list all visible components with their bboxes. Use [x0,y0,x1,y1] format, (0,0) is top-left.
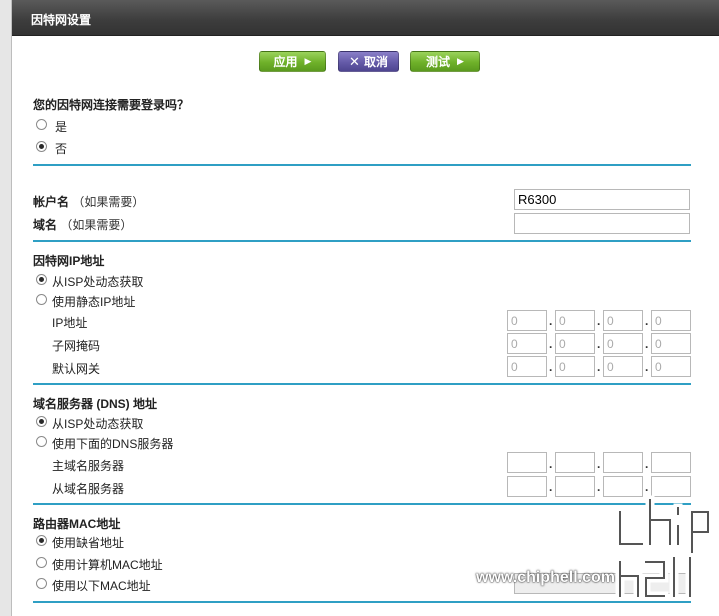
primary-dns-label: 主域名服务器 [52,459,125,473]
page-title: 因特网设置 [31,13,92,27]
login-yes-radio[interactable] [36,119,47,130]
login-yes-label: 是 [55,120,68,134]
gateway-octet-2[interactable] [555,356,595,377]
ip-static-radio[interactable] [36,294,47,305]
close-icon: ✕ [349,53,360,69]
octet-separator: . [549,480,553,494]
octet-separator: . [597,457,601,471]
account-name-label: 帐户名 （如果需要） [33,195,145,209]
section-divider [33,601,691,603]
dns-manual-radio[interactable] [36,436,47,447]
octet-separator: . [549,457,553,471]
section-divider [33,164,691,166]
apply-label: 应用 [273,55,298,69]
octet-separator: . [597,360,601,374]
ip-address-octet-3[interactable] [603,310,643,331]
octet-separator: . [645,360,649,374]
octet-separator: . [645,457,649,471]
ip-dynamic-label: 从ISP处动态获取 [52,275,144,289]
gateway-octet-4[interactable] [651,356,691,377]
login-no-radio[interactable] [36,141,47,152]
mac-custom-radio[interactable] [36,578,47,589]
octet-separator: . [645,337,649,351]
domain-name-input[interactable] [514,213,690,234]
secondary-dns-label: 从域名服务器 [52,482,125,496]
ip-address-octet-2[interactable] [555,310,595,331]
mac-computer-radio[interactable] [36,557,47,568]
subnet-mask-octet-4[interactable] [651,333,691,354]
test-label: 测试 [426,55,451,69]
octet-separator: . [597,480,601,494]
cancel-button[interactable]: ✕ 取消 [338,51,399,72]
ip-address-octet-4[interactable] [651,310,691,331]
subnet-mask-octet-1[interactable] [507,333,547,354]
section-divider [33,503,691,505]
ip-static-label: 使用静态IP地址 [52,295,136,309]
section-divider [33,383,691,385]
mac-default-radio[interactable] [36,535,47,546]
ip-dynamic-radio[interactable] [36,274,47,285]
octet-separator: . [549,360,553,374]
gateway-octet-1[interactable] [507,356,547,377]
play-arrow-icon: ▶ [457,56,464,66]
ip-section-title: 因特网IP地址 [33,254,105,268]
gateway-octet-3[interactable] [603,356,643,377]
octet-separator: . [549,337,553,351]
subnet-mask-octet-2[interactable] [555,333,595,354]
primary-dns-octet-2[interactable] [555,452,595,473]
cancel-label: 取消 [363,55,388,69]
ip-address-octet-1[interactable] [507,310,547,331]
octet-separator: . [645,314,649,328]
account-name-input[interactable] [514,189,690,210]
gateway-label: 默认网关 [52,362,101,376]
primary-dns-octet-4[interactable] [651,452,691,473]
dns-section-title: 域名服务器 (DNS) 地址 [33,397,157,411]
mac-computer-label: 使用计算机MAC地址 [52,558,163,572]
secondary-dns-octet-1[interactable] [507,476,547,497]
apply-button[interactable]: 应用 ▶ [259,51,326,72]
left-frame-border [11,0,12,616]
dns-manual-label: 使用下面的DNS服务器 [52,437,174,451]
section-divider [33,240,691,242]
subnet-mask-label: 子网掩码 [52,339,101,353]
page-header: 因特网设置 [12,0,719,36]
mac-default-label: 使用缺省地址 [52,536,125,550]
primary-dns-octet-1[interactable] [507,452,547,473]
mac-section-title: 路由器MAC地址 [33,517,121,531]
octet-separator: . [549,314,553,328]
test-button[interactable]: 测试 ▶ [410,51,480,72]
login-no-label: 否 [55,142,68,156]
play-arrow-icon: ▶ [304,56,312,66]
subnet-mask-octet-3[interactable] [603,333,643,354]
dns-dynamic-radio[interactable] [36,416,47,427]
ip-address-label: IP地址 [52,316,88,330]
secondary-dns-octet-2[interactable] [555,476,595,497]
primary-dns-octet-3[interactable] [603,452,643,473]
mac-custom-label: 使用以下MAC地址 [52,579,151,593]
login-question: 您的因特网连接需要登录吗？ [33,98,190,112]
dns-dynamic-label: 从ISP处动态获取 [52,417,144,431]
watermark-text: www.chiphell.com [476,569,615,586]
octet-separator: . [597,337,601,351]
octet-separator: . [597,314,601,328]
domain-name-label: 域名 （如果需要） [33,218,133,232]
chiphell-logo-icon [615,495,712,601]
